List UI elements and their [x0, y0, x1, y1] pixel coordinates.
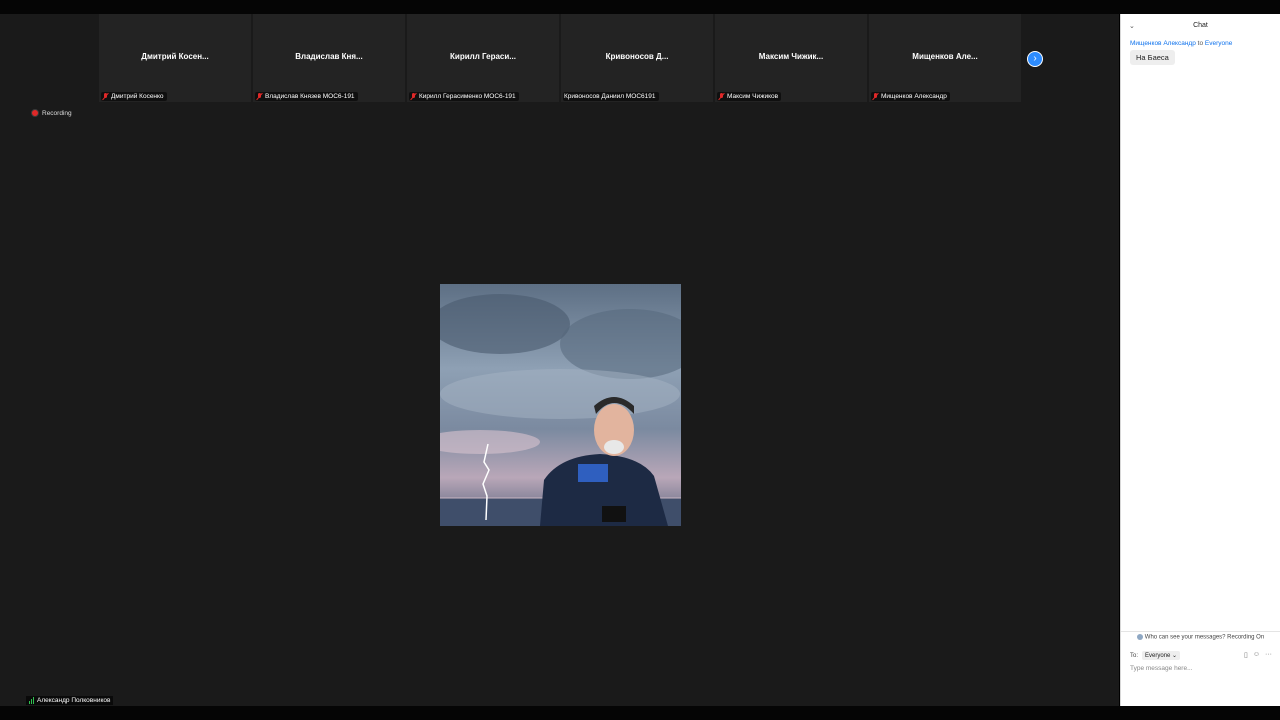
- chat-title: Chat: [1193, 22, 1208, 29]
- participant-name: Владислав Князев МОС6-191: [265, 93, 355, 100]
- speaker-photo: [440, 284, 681, 526]
- record-icon: [31, 109, 39, 117]
- participant-tile-title: Кривоносов Д...: [605, 52, 669, 61]
- participant-tile[interactable]: Кривоносов Д... Кривоносов Даниил МОС619…: [561, 14, 713, 102]
- who-can-see-link[interactable]: Who can see your messages? Recording On: [1121, 634, 1280, 641]
- active-speaker-name: Александр Полковников: [37, 697, 111, 704]
- recording-label: Recording: [42, 109, 72, 117]
- who-can-see-text: Who can see your messages? Recording On: [1144, 634, 1265, 641]
- bottom-bar: [0, 706, 1280, 720]
- participant-tile[interactable]: Владислав Кня... Владислав Князев МОС6-1…: [253, 14, 405, 102]
- chat-divider: [1121, 631, 1280, 632]
- participant-tile[interactable]: Дмитрий Косен... Дмитрий Косенко: [99, 14, 251, 102]
- participant-tile[interactable]: Мищенков Але... Мищенков Александр: [869, 14, 1021, 102]
- participant-name: Дмитрий Косенко: [111, 93, 164, 100]
- participant-tile-title: Максим Чижик...: [758, 52, 824, 61]
- chat-recipient[interactable]: Everyone: [1205, 40, 1232, 47]
- participant-name-tag: Владислав Князев МОС6-191: [255, 92, 358, 101]
- chevron-down-icon: ⌄: [1172, 653, 1178, 659]
- participant-strip: Дмитрий Косен... Дмитрий Косенко Владисл…: [99, 14, 1021, 102]
- mic-muted-icon: [718, 93, 725, 100]
- mic-muted-icon: [872, 93, 879, 100]
- participant-tile-title: Кирилл Гераси...: [450, 52, 516, 61]
- participant-tile[interactable]: Кирилл Гераси... Кирилл Герасименко МОС6…: [407, 14, 559, 102]
- participant-tile[interactable]: Максим Чижик... Максим Чижиков: [715, 14, 867, 102]
- participant-name-tag: Кирилл Герасименко МОС6-191: [409, 92, 519, 101]
- chat-panel: ⌄ Chat Мищенков Александр to Everyone На…: [1120, 14, 1280, 706]
- participant-name-tag: Кривоносов Даниил МОС6191: [563, 92, 659, 101]
- active-speaker-name-tag: Александр Полковников: [26, 696, 114, 705]
- chat-message-meta: Мищенков Александр to Everyone: [1130, 40, 1232, 47]
- participant-tile-title: Владислав Кня...: [295, 52, 363, 61]
- chat-tools: ▯ ☺ ···: [1244, 651, 1272, 659]
- participant-name: Кривоносов Даниил МОС6191: [564, 93, 656, 100]
- participant-name-tag: Мищенков Александр: [871, 92, 950, 101]
- more-icon[interactable]: ···: [1265, 651, 1272, 659]
- participant-tile-title: Мищенков Але...: [912, 52, 978, 61]
- recipient-select[interactable]: Everyone ⌄: [1142, 651, 1181, 660]
- file-icon[interactable]: ▯: [1244, 651, 1248, 659]
- chat-message-bubble: На Баеса: [1130, 50, 1175, 65]
- chat-header: ⌄ Chat: [1121, 14, 1280, 38]
- top-bar: [0, 0, 1280, 14]
- to-label: To:: [1130, 652, 1139, 659]
- participant-tile-title: Дмитрий Косен...: [141, 52, 209, 61]
- recipient-select-value: Everyone: [1145, 653, 1171, 659]
- chat-recipient-row: To: Everyone ⌄: [1130, 651, 1181, 660]
- meeting-view: Дмитрий Косен... Дмитрий Косенко Владисл…: [0, 14, 1119, 706]
- participant-name: Максим Чижиков: [727, 93, 779, 100]
- participant-name-tag: Дмитрий Косенко: [101, 92, 167, 101]
- emoji-icon[interactable]: ☺: [1253, 651, 1260, 659]
- chevron-right-icon: ›: [1033, 53, 1037, 64]
- chat-message-input[interactable]: [1130, 665, 1272, 672]
- mic-muted-icon: [102, 93, 109, 100]
- mic-muted-icon: [410, 93, 417, 100]
- next-page-button[interactable]: ›: [1027, 51, 1043, 67]
- mic-muted-icon: [256, 93, 263, 100]
- participant-name: Мищенков Александр: [881, 93, 947, 100]
- chat-sender[interactable]: Мищенков Александр: [1130, 40, 1196, 47]
- participant-name-tag: Максим Чижиков: [717, 92, 782, 101]
- active-speaker-video: [440, 284, 681, 526]
- signal-bars-icon: [29, 697, 34, 704]
- people-icon: [1136, 634, 1143, 640]
- participant-name: Кирилл Герасименко МОС6-191: [419, 93, 516, 100]
- recording-indicator[interactable]: Recording: [31, 109, 72, 117]
- chat-to-word: to: [1197, 40, 1204, 47]
